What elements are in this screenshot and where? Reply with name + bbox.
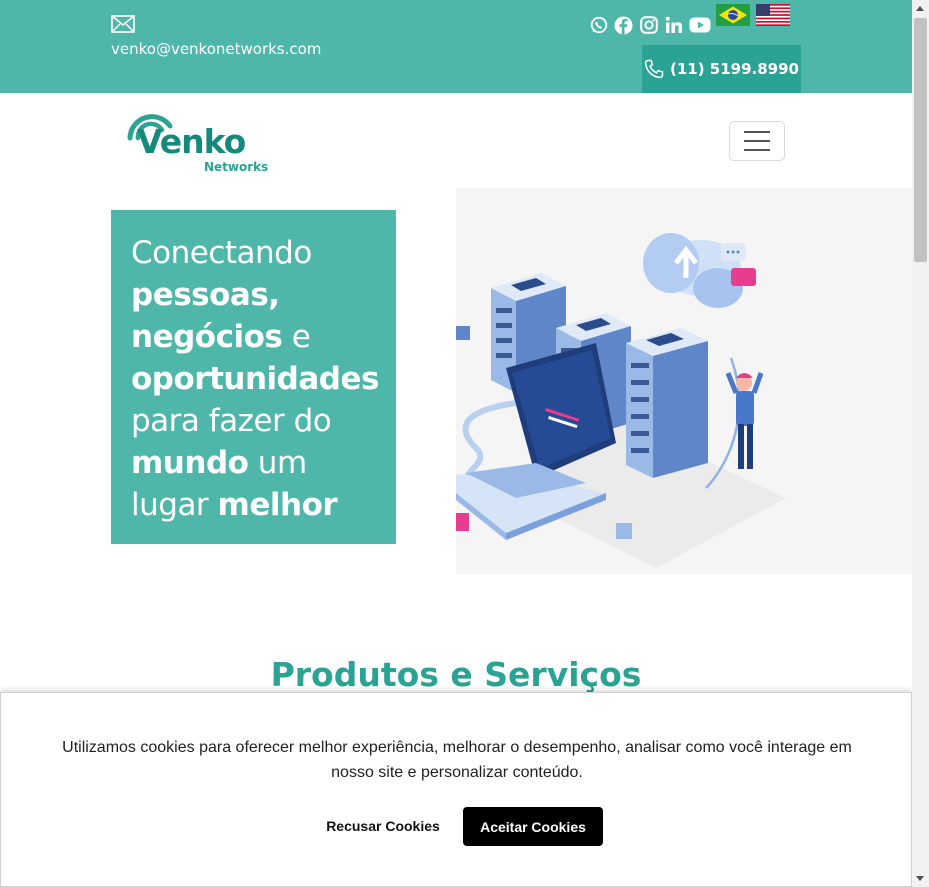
hero-line: para fazer do [131,400,396,442]
accept-cookies-button[interactable]: Aceitar Cookies [463,807,603,846]
youtube-icon[interactable] [689,16,711,35]
hamburger-icon [744,131,770,133]
page-scrollbar[interactable] [912,0,929,887]
hamburger-icon-bar [744,149,770,151]
hero-text: lugar [131,487,218,523]
phone-button[interactable]: (11) 5199.8990 [642,45,801,93]
phone-number: (11) 5199.8990 [669,60,799,78]
whatsapp-icon[interactable] [589,16,608,35]
section-title: Produtos e Serviços [270,655,642,694]
scroll-thumb[interactable] [914,18,927,262]
logo-tagline: Networks [204,160,269,174]
scroll-down-arrow-icon[interactable] [916,876,924,881]
mail-icon [111,15,135,33]
facebook-icon[interactable] [614,16,633,35]
brazil-flag-icon[interactable] [716,4,750,26]
hero-line: pessoas, [131,274,396,316]
venko-logo[interactable]: Venko Networks [124,104,274,180]
hero-text: para fazer do [131,403,332,439]
hero-line: Conectando [131,232,396,274]
social-links [589,14,711,36]
top-bar: venko@venkonetworks.com (11) 5199.8990 [0,0,912,93]
hero-line: negócios e [131,316,396,358]
scroll-up-arrow-icon[interactable] [916,6,924,11]
logo-wordmark: Venko [137,122,246,161]
instagram-icon[interactable] [639,16,658,35]
hero-text-bold: negócios [131,319,283,355]
phone-icon [644,59,664,79]
decline-cookies-button[interactable]: Recusar Cookies [311,807,455,845]
hero-line: oportunidades [131,358,396,400]
hero-line: mundo um [131,442,396,484]
hamburger-icon-bar [744,140,770,142]
hero-line: lugar melhor [131,484,396,526]
hero-text-bold: pessoas, [131,277,280,313]
hero-text: um [248,445,307,481]
hero-text-bold: mundo [131,445,249,481]
contact-email[interactable]: venko@venkonetworks.com [111,40,321,58]
usa-flag-icon[interactable] [756,4,790,26]
hero-text: Conectando [131,235,312,271]
network-illustration-image [431,233,786,568]
hero-headline-box: Conectando pessoas, negócios e oportunid… [111,210,396,544]
hero-text-bold: melhor [217,487,338,523]
hero-text: e [282,319,311,355]
menu-toggle-button[interactable] [729,121,785,161]
hero-text-bold: oportunidades [131,361,379,397]
linkedin-icon[interactable] [664,16,683,35]
cookie-message: Utilizamos cookies para oferecer melhor … [62,739,852,781]
cookie-banner: Utilizamos cookies para oferecer melhor … [0,692,912,887]
hero-illustration [431,188,912,574]
